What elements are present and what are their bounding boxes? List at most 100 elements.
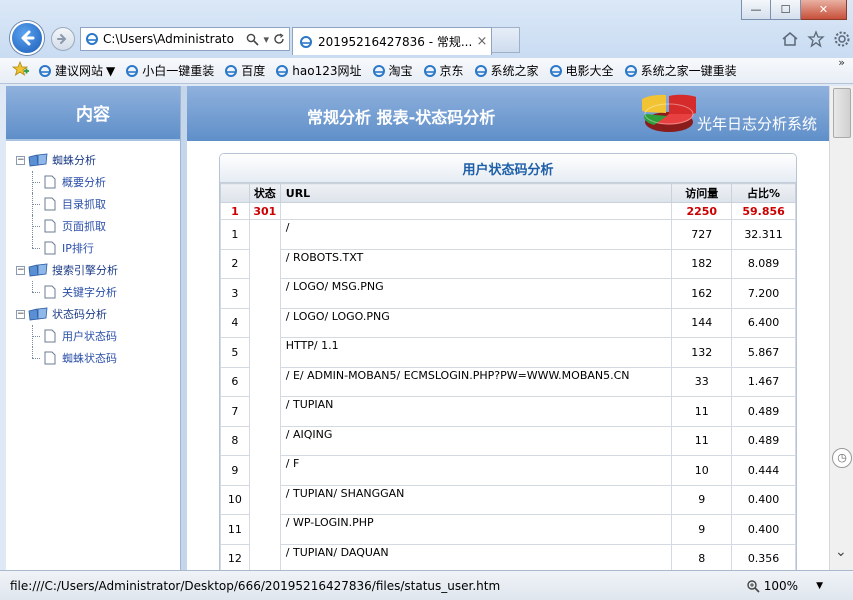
row-url: / TUPIAN/ SHANGGAN [279, 485, 673, 515]
row-url: / LOGO/ LOGO.PNG [279, 308, 673, 338]
favorites-item[interactable]: hao123网址 [275, 62, 362, 79]
tree-item-page-crawl[interactable]: 页面抓取 [16, 215, 180, 237]
table-row: 4 / LOGO/ LOGO.PNG 144 6.400 [220, 308, 796, 338]
back-button[interactable] [10, 21, 44, 55]
favorites-item[interactable]: 百度 [224, 62, 265, 79]
row-index: 1 [220, 219, 250, 250]
search-icon[interactable] [246, 33, 260, 46]
scroll-down-icon[interactable]: ⌄ [835, 544, 847, 560]
tree-item-overview[interactable]: 概要分析 [16, 171, 180, 193]
favorites-item[interactable]: 京东 [423, 62, 464, 79]
row-ratio: 0.356 [731, 544, 796, 570]
favorites-item[interactable]: 淘宝 [372, 62, 413, 79]
tab-close-icon[interactable]: × [473, 34, 491, 49]
document-icon [44, 285, 56, 299]
row-index: 2 [220, 249, 250, 279]
brand-name: 光年日志分析系统 [697, 115, 818, 133]
home-icon[interactable] [779, 28, 801, 50]
dropdown-icon[interactable]: ▾ [263, 33, 269, 46]
row-visits: 9 [671, 485, 733, 515]
chevron-down-icon[interactable]: ▼ [816, 581, 823, 591]
table-row: 8 / AIQING 11 0.489 [220, 426, 796, 456]
collapse-icon[interactable]: − [16, 309, 25, 319]
table-row: 11 / WP-LOGIN.PHP 9 0.400 [220, 514, 796, 545]
table-row: 10 / TUPIAN/ SHANGGAN 9 0.400 [220, 485, 796, 515]
row-visits: 182 [671, 249, 733, 279]
row-url: / TUPIAN/ DAQUAN [279, 544, 673, 570]
document-icon [44, 219, 56, 233]
row-status [248, 219, 281, 249]
favorites-item[interactable]: 小白一键重装 [125, 62, 214, 79]
ie-icon [126, 64, 139, 77]
address-bar[interactable]: C:\Users\Administrato ▾ [80, 27, 290, 51]
tree-item-keyword[interactable]: 关键字分析 [16, 281, 180, 303]
ie-icon [225, 64, 238, 77]
row-index: 9 [220, 455, 250, 486]
clock-icon[interactable]: ◷ [832, 448, 852, 468]
tab-active[interactable]: 20195216427836 - 常规... × [292, 27, 492, 55]
row-url: / ROBOTS.TXT [279, 249, 673, 279]
arrow-right-icon [57, 34, 67, 44]
tree-item-directory-crawl[interactable]: 目录抓取 [16, 193, 180, 215]
new-tab-button[interactable] [492, 27, 520, 53]
pie-chart-logo-icon [642, 94, 696, 132]
row-url: / WP-LOGIN.PHP [279, 514, 673, 545]
document-icon [44, 175, 56, 189]
tree-group-spider[interactable]: − 蜘蛛分析 [16, 149, 180, 171]
tree-item-user-status[interactable]: 用户状态码 [16, 325, 180, 347]
scrollbar-thumb[interactable] [833, 88, 851, 138]
gear-icon[interactable] [831, 28, 853, 50]
left-nav-title: 内容 [6, 86, 180, 141]
row-index: 5 [220, 337, 250, 368]
row-ratio: 0.400 [731, 514, 796, 545]
collapse-icon[interactable]: − [16, 155, 25, 165]
ie-tab-icon [300, 35, 312, 48]
row-visits: 11 [671, 396, 733, 427]
maximize-button[interactable]: ☐ [771, 0, 801, 20]
row-url: / [279, 219, 673, 250]
row-ratio: 5.867 [731, 337, 796, 368]
row-ratio: 32.311 [731, 219, 796, 250]
ie-icon [423, 64, 436, 77]
forward-button[interactable] [51, 27, 75, 51]
row-url: / AIQING [279, 426, 673, 456]
favorites-item[interactable]: 电影大全 [549, 62, 614, 79]
row-status [248, 426, 281, 456]
minimize-button[interactable]: — [741, 0, 771, 20]
tree-group-status-code[interactable]: − 状态码分析 [16, 303, 180, 325]
address-text[interactable]: C:\Users\Administrato [103, 32, 246, 46]
row-status [248, 278, 281, 308]
status-bar: file:///C:/Users/Administrator/Desktop/6… [0, 570, 853, 600]
collapse-icon[interactable]: − [16, 265, 25, 275]
row-ratio: 6.400 [731, 308, 796, 338]
close-button[interactable]: ✕ [801, 0, 847, 20]
row-status [248, 308, 281, 338]
book-icon [28, 263, 48, 277]
table-row: 1 /727 32.311 [220, 219, 796, 250]
vertical-scrollbar[interactable]: ◷ ⌄ [829, 86, 853, 570]
refresh-icon[interactable] [273, 33, 285, 45]
arrow-left-icon [21, 30, 35, 46]
favorites-bar: 建议网站 ▼ 小白一键重装 百度 hao123网址 淘宝 京东 系统之家 电影大全… [0, 56, 853, 84]
row-url: / F [279, 455, 673, 486]
row-visits: 11 [671, 426, 733, 456]
row-visits: 10 [671, 455, 733, 486]
row-visits: 33 [671, 367, 733, 397]
favorites-item[interactable]: 系统之家一键重装 [624, 62, 737, 79]
row-visits: 9 [671, 514, 733, 545]
favorites-star-icon[interactable] [805, 28, 827, 50]
favorites-item[interactable]: 建议网站 ▼ [38, 62, 115, 79]
tree-group-search-engine[interactable]: − 搜索引擎分析 [16, 259, 180, 281]
favorites-overflow-icon[interactable]: » [838, 56, 845, 69]
tree-item-ip-ranking[interactable]: IP排行 [16, 237, 180, 259]
ie-icon [624, 64, 637, 77]
main-frame: 常规分析 报表-状态码分析 光年日志分析系统 用户状态码分析 状态 URL 访问… [187, 86, 829, 570]
tree-item-spider-status[interactable]: 蜘蛛状态码 [16, 347, 180, 369]
row-status [248, 396, 281, 426]
table-header-row: 状态 URL 访问量 占比% [220, 183, 796, 203]
favorites-item[interactable]: 系统之家 [474, 62, 539, 79]
book-icon [28, 153, 48, 167]
zoom-control[interactable]: 100% ▼ [746, 579, 823, 593]
favorites-add-icon[interactable] [11, 60, 30, 80]
ie-page-icon [86, 33, 98, 45]
